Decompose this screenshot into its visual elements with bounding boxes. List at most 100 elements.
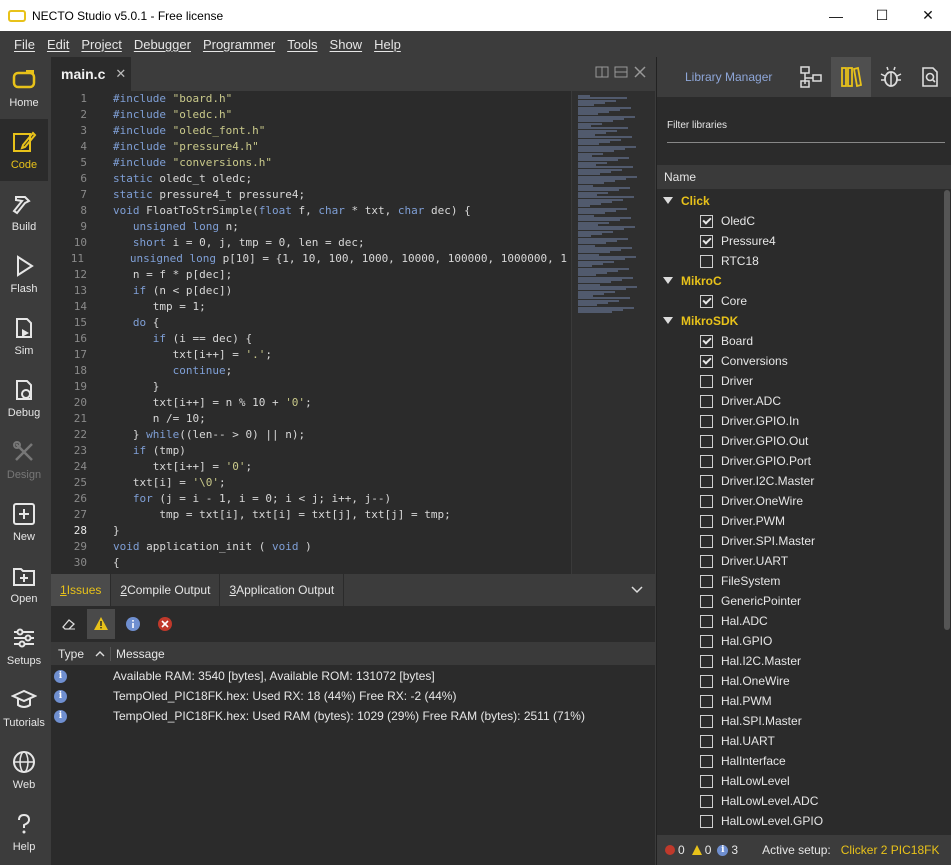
menu-programmer[interactable]: Programmer: [197, 37, 281, 52]
list-item[interactable]: Driver.GPIO.In: [657, 411, 951, 431]
list-item[interactable]: Driver.UART: [657, 551, 951, 571]
list-item[interactable]: Hal.ADC: [657, 611, 951, 631]
tab-application-output[interactable]: 3 Application Output: [220, 574, 345, 606]
code-line[interactable]: 2 #include "oledc.h": [51, 107, 567, 123]
list-item[interactable]: Hal.OneWire: [657, 671, 951, 691]
code-line[interactable]: 1 #include "board.h": [51, 91, 567, 107]
sidebar-item-design[interactable]: Design: [0, 429, 48, 491]
library-scrollbar[interactable]: [944, 190, 950, 630]
library-checkbox[interactable]: [700, 754, 713, 768]
list-item[interactable]: Board: [657, 331, 951, 351]
sidebar-item-setups[interactable]: Setups: [0, 615, 48, 677]
library-checkbox[interactable]: [700, 354, 713, 368]
list-item[interactable]: Driver.SPI.Master: [657, 531, 951, 551]
library-checkbox[interactable]: [700, 454, 713, 468]
list-item[interactable]: Driver.GPIO.Out: [657, 431, 951, 451]
active-setup-value[interactable]: Clicker 2 PIC18FK: [841, 843, 940, 857]
menu-project[interactable]: Project: [75, 37, 127, 52]
library-checkbox[interactable]: [700, 714, 713, 728]
list-item[interactable]: Pressure4: [657, 231, 951, 251]
filter-libraries-input[interactable]: Filter libraries: [667, 115, 945, 143]
sidebar-item-build[interactable]: Build: [0, 181, 48, 243]
code-line[interactable]: 29 void application_init ( void ): [51, 539, 567, 555]
code-text-area[interactable]: 1 #include "board.h" 2 #include "oledc.h" 3 #…: [51, 91, 567, 574]
menu-help[interactable]: Help: [368, 37, 407, 52]
split-horizontal-icon[interactable]: [614, 65, 628, 79]
tab-close-icon[interactable]: ✕: [115, 66, 126, 82]
library-checkbox[interactable]: [700, 674, 713, 688]
library-checkbox[interactable]: [700, 554, 713, 568]
sidebar-item-debug[interactable]: Debug: [0, 367, 48, 429]
code-line[interactable]: 14 tmp = 1;: [51, 299, 567, 315]
list-item[interactable]: HalLowLevel.GPIO: [657, 811, 951, 831]
code-line[interactable]: 30 {: [51, 555, 567, 571]
tab-compile-output[interactable]: 2 Compile Output: [111, 574, 221, 606]
code-line[interactable]: 19 }: [51, 379, 567, 395]
code-line[interactable]: 18 continue;: [51, 363, 567, 379]
table-row[interactable]: i Available RAM: 3540 [bytes], Available…: [51, 666, 655, 686]
sidebar-item-code[interactable]: Code: [0, 119, 48, 181]
library-checkbox[interactable]: [700, 514, 713, 528]
sidebar-item-home[interactable]: Home: [0, 57, 48, 119]
table-row[interactable]: i TempOled_PIC18FK.hex: Used RAM (bytes)…: [51, 706, 655, 726]
code-line[interactable]: 24 txt[i++] = '0';: [51, 459, 567, 475]
menu-file[interactable]: File: [8, 37, 41, 52]
library-checkbox[interactable]: [700, 374, 713, 388]
library-group[interactable]: MikroSDK: [657, 311, 951, 331]
code-line[interactable]: 9 unsigned long n;: [51, 219, 567, 235]
list-item[interactable]: GenericPointer: [657, 591, 951, 611]
code-line[interactable]: 13 if (n < p[dec]): [51, 283, 567, 299]
list-item[interactable]: Hal.I2C.Master: [657, 651, 951, 671]
code-line[interactable]: 16 if (i == dec) {: [51, 331, 567, 347]
code-line[interactable]: 28}: [51, 523, 567, 539]
minimize-button[interactable]: —: [813, 0, 859, 31]
library-checkbox[interactable]: [700, 494, 713, 508]
info-filter-button[interactable]: [119, 609, 147, 639]
library-checkbox[interactable]: [700, 254, 713, 268]
library-group[interactable]: Click: [657, 191, 951, 211]
library-checkbox[interactable]: [700, 474, 713, 488]
list-item[interactable]: RTC18: [657, 251, 951, 271]
info-count[interactable]: i3: [717, 843, 738, 857]
sidebar-item-open[interactable]: Open: [0, 553, 48, 615]
list-item[interactable]: OledC: [657, 211, 951, 231]
menu-show[interactable]: Show: [324, 37, 369, 52]
menu-tools[interactable]: Tools: [281, 37, 323, 52]
list-item[interactable]: Driver.I2C.Master: [657, 471, 951, 491]
table-row[interactable]: i TempOled_PIC18FK.hex: Used RX: 18 (44%…: [51, 686, 655, 706]
library-checkbox[interactable]: [700, 814, 713, 828]
code-line[interactable]: 17 txt[i++] = '.';: [51, 347, 567, 363]
list-item[interactable]: FileSystem: [657, 571, 951, 591]
library-group[interactable]: MikroC: [657, 271, 951, 291]
library-checkbox[interactable]: [700, 694, 713, 708]
code-line[interactable]: 6 static oledc_t oledc;: [51, 171, 567, 187]
code-line[interactable]: 4 #include "pressure4.h": [51, 139, 567, 155]
code-line[interactable]: 20 txt[i++] = n % 10 + '0';: [51, 395, 567, 411]
sidebar-item-new[interactable]: New: [0, 491, 48, 553]
split-vertical-icon[interactable]: [595, 65, 609, 79]
project-tree-button[interactable]: [791, 57, 831, 97]
library-checkbox[interactable]: [700, 334, 713, 348]
code-line[interactable]: 22 } while((len-- > 0) || n);: [51, 427, 567, 443]
clear-button[interactable]: [55, 609, 83, 639]
list-item[interactable]: Hal.UART: [657, 731, 951, 751]
warnings-filter-button[interactable]: [87, 609, 115, 639]
code-line[interactable]: 12 n = f * p[dec];: [51, 267, 567, 283]
errors-filter-button[interactable]: [151, 609, 179, 639]
close-button[interactable]: ✕: [905, 0, 951, 31]
search-panel-button[interactable]: [911, 57, 951, 97]
library-checkbox[interactable]: [700, 614, 713, 628]
library-checkbox[interactable]: [700, 634, 713, 648]
sidebar-item-sim[interactable]: Sim: [0, 305, 48, 367]
column-message[interactable]: Message: [111, 647, 165, 661]
list-item[interactable]: Driver.ADC: [657, 391, 951, 411]
library-manager-button[interactable]: [831, 57, 871, 97]
sidebar-item-web[interactable]: Web: [0, 739, 48, 801]
code-line[interactable]: 8 void FloatToStrSimple(float f, char * t…: [51, 203, 567, 219]
maximize-button[interactable]: ☐: [859, 0, 905, 31]
list-item[interactable]: Core: [657, 291, 951, 311]
list-item[interactable]: Conversions: [657, 351, 951, 371]
sidebar-item-help[interactable]: Help: [0, 801, 48, 863]
code-line[interactable]: 11 unsigned long p[10] = {1, 10, 100, 10…: [51, 251, 567, 267]
debug-panel-button[interactable]: [871, 57, 911, 97]
